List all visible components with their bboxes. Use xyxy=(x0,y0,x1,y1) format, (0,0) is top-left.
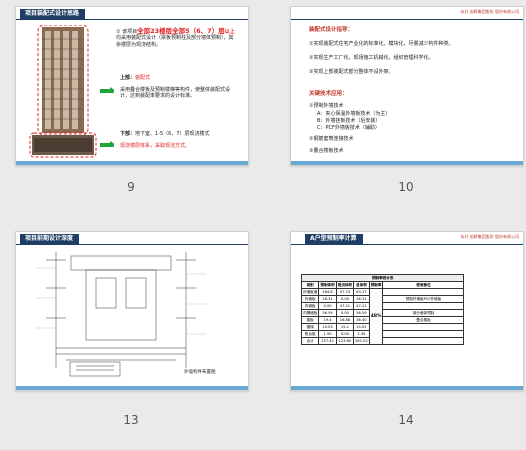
slide-thumbnail-9[interactable]: 项目装配式设计思路 ① 该项目全部23楼层全部5（6、7）层以上均采用装配式设计… xyxy=(15,6,249,166)
table-row: 阳台板 1.50 0.00 1.39 xyxy=(300,330,465,338)
table-row: 楼板 19.4 16.88 36.40 叠合楼板 xyxy=(300,316,465,324)
guide-item: ③实现上部装配式部分整体不设外架。 xyxy=(309,69,394,75)
lower-section-label: 下部：地下室、1-5（6、7）层现浇楼式 xyxy=(120,131,210,137)
drawing-caption: 外墙构件布置图 xyxy=(184,370,216,375)
table-title: 预制率统计表 xyxy=(300,274,465,282)
slide-header: 永升 旭辉集团股份 股份有限公司 xyxy=(291,7,523,21)
tech-item: ③叠合楼板技术 xyxy=(309,148,344,154)
table-header: 总体积 xyxy=(353,281,370,289)
header-rule xyxy=(291,244,523,245)
green-arrow-icon xyxy=(100,141,114,147)
upper-section-text: 采用叠合楼板及预制楼梯等构件，使整体装配式设计，达到装配率要求的设计标准。 xyxy=(120,87,231,100)
table-row: 外墙板墙 264.8 57.74 83.17 48% xyxy=(300,288,465,345)
wall-layout-drawing xyxy=(36,252,206,377)
tech-heading: 关键技术应用： xyxy=(309,91,348,97)
slide-header: A户型预制率计算 永升 旭辉集团股份 股份有限公司 xyxy=(291,232,523,246)
tech-item: ①预制外墙技术 xyxy=(309,103,344,109)
green-arrow-icon xyxy=(100,87,114,93)
precast-rate-table: 预制率统计表 类别 预制体积 现浇体积 总体积 预制率 使用部位 外墙板墙 264… xyxy=(300,274,465,345)
upper-section-label: 上部：装配式 xyxy=(120,75,151,81)
building-illustration xyxy=(29,25,97,158)
footer-bar xyxy=(16,161,248,165)
table-row: 内墙板 0.00 47.21 47.21 xyxy=(300,302,465,310)
guide-heading: 装配式设计指导： xyxy=(309,27,354,33)
guide-item: ①实现装配式住宅产业化的标准化、模块化，尽量减少构件种类。 xyxy=(309,41,454,47)
table-row: 合计 157.42 123.60 281.02 xyxy=(300,337,465,345)
lower-section-note: 现浇楼层体系，采取现浇方式。 xyxy=(120,143,191,149)
slide-thumbnail-14[interactable]: A户型预制率计算 永升 旭辉集团股份 股份有限公司 预制率统计表 类别 预制体积… xyxy=(290,231,524,391)
header-rule xyxy=(16,19,248,20)
slide-thumbnail-13[interactable]: 项目前期设计深度 外墙构件布置图 xyxy=(15,231,249,391)
table-row: 内隔墙板 56.59 0.00 56.59 部分墙体预制 xyxy=(300,309,465,317)
slide-number: 10 xyxy=(398,180,414,194)
table-header: 类别 xyxy=(300,281,320,289)
table-header: 预制体积 xyxy=(318,281,337,289)
slide-title: 项目前期设计深度 xyxy=(20,234,80,244)
slide-header: 项目装配式设计思路 xyxy=(16,7,248,21)
tech-item: ②钢筋套筒连接技术 xyxy=(309,136,354,142)
slide-title: 项目装配式设计思路 xyxy=(20,9,86,19)
header-rule xyxy=(16,244,248,245)
tech-subitem: A：夹心保温外墙板技术（为主） xyxy=(317,111,391,117)
header-rule xyxy=(291,19,523,20)
tech-subitem: C：PCF外墙板技术（辅助） xyxy=(317,125,380,131)
table-header: 预制率 xyxy=(368,281,384,289)
table-header: 现浇体积 xyxy=(335,281,355,289)
table-row: 外墙板 26.31 0.00 26.31 预制外墙板PCF外墙板 xyxy=(300,295,465,303)
table-header: 使用部位 xyxy=(382,281,465,289)
slide-thumbnail-10[interactable]: 永升 旭辉集团股份 股份有限公司 装配式设计指导： ①实现装配式住宅产业化的标准… xyxy=(290,6,524,166)
company-logo-text: 永升 旭辉集团股份 股份有限公司 xyxy=(460,234,519,239)
slide-title: A户型预制率计算 xyxy=(305,234,363,244)
slide-number: 9 xyxy=(127,180,135,194)
table-row: 楼梯 10.03 15.2 15.02 xyxy=(300,323,465,331)
footer-bar xyxy=(16,386,248,390)
footer-bar xyxy=(291,386,523,390)
footer-bar xyxy=(291,161,523,165)
intro-paragraph: ① 该项目全部23楼层全部5（6、7）层以上均采用装配式设计（梁板预制柱及部分墙… xyxy=(116,27,235,48)
guide-item: ②实现生产工厂化，现场施工机械化，组织管理科学化。 xyxy=(309,55,434,61)
slide-header: 项目前期设计深度 xyxy=(16,232,248,246)
tech-subitem: B：外墙挂板技术（后安装） xyxy=(317,118,381,124)
slide-number: 13 xyxy=(123,413,139,427)
precast-rate-value: 48% xyxy=(368,288,384,345)
company-logo-text: 永升 旭辉集团股份 股份有限公司 xyxy=(460,9,519,14)
slide-number: 14 xyxy=(398,413,414,427)
